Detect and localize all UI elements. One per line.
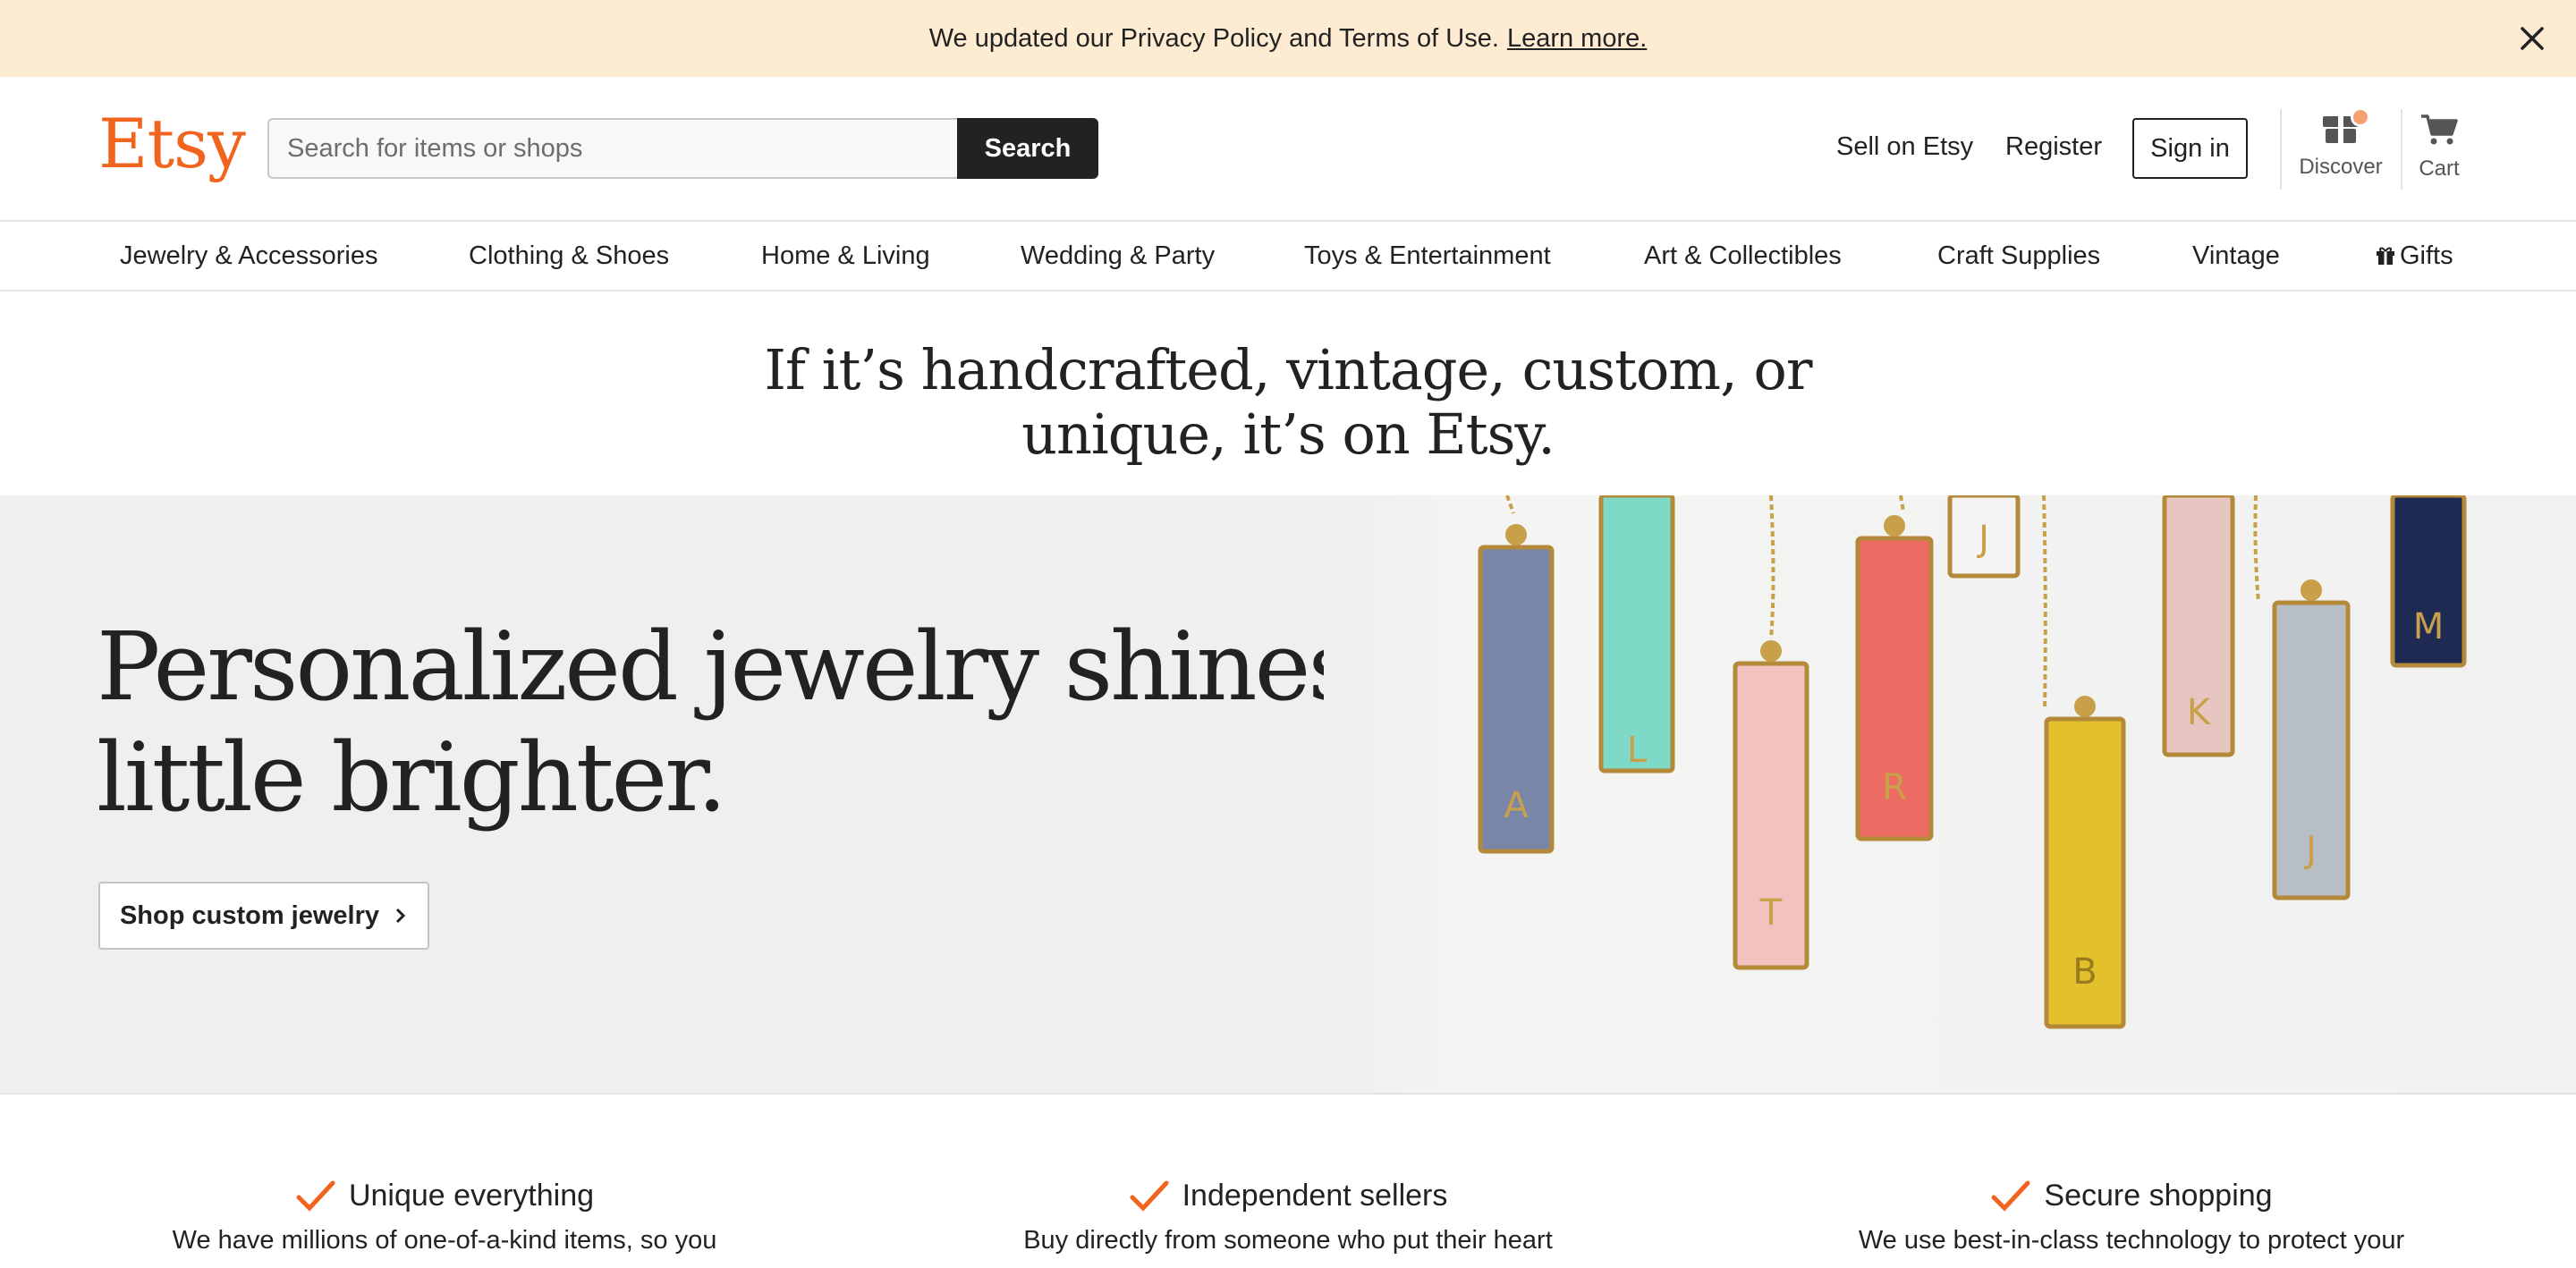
category-clothing[interactable]: Clothing & Shoes <box>469 241 669 271</box>
site-header: Etsy Search Sell on Etsy Register Sign i… <box>0 77 2576 220</box>
category-gifts[interactable]: Gifts <box>2375 241 2453 271</box>
category-nav: Jewelry & Accessories Clothing & Shoes H… <box>0 220 2576 292</box>
hero-title-line-2: little brighter. <box>97 723 727 833</box>
pendant-letter: B <box>2072 951 2097 993</box>
checkmark-icon <box>1130 1180 1169 1212</box>
feature-title: Independent sellers <box>1182 1179 1448 1213</box>
category-vintage[interactable]: Vintage <box>2192 241 2280 271</box>
register-link[interactable]: Register <box>2005 132 2102 162</box>
pendant-letter: K <box>2187 692 2212 733</box>
feature-independent: Independent sellers Buy directly from so… <box>886 1179 1690 1255</box>
pendant-letter: J <box>1976 519 1989 560</box>
search-button[interactable]: Search <box>957 118 1098 179</box>
tagline-line-2: unique, it’s on Etsy. <box>1021 402 1555 467</box>
gifts-label: Gifts <box>2400 241 2453 270</box>
shop-custom-jewelry-button[interactable]: Shop custom jewelry <box>98 882 429 950</box>
feature-text: Buy directly from someone who put their … <box>1023 1226 1553 1255</box>
close-icon[interactable] <box>2515 21 2549 55</box>
feature-unique: Unique everything We have millions of on… <box>42 1179 847 1255</box>
search-bar: Search <box>267 118 1098 179</box>
hero-title-line-1: Personalized jewelry shines a <box>97 612 1438 722</box>
pendant-letter: A <box>1504 785 1529 826</box>
feature-title: Secure shopping <box>2044 1179 2273 1213</box>
pendant-letter: L <box>1627 730 1648 771</box>
hero-title: Personalized jewelry shines a little bri… <box>97 612 1438 833</box>
feature-title: Unique everything <box>348 1179 595 1213</box>
pendant-letter: T <box>1759 892 1783 934</box>
etsy-logo[interactable]: Etsy <box>98 104 246 183</box>
category-craft[interactable]: Craft Supplies <box>1937 241 2100 271</box>
cart-label: Cart <box>2419 156 2460 181</box>
chevron-right-icon <box>395 908 406 924</box>
header-divider <box>2401 109 2402 190</box>
shop-button-label: Shop custom jewelry <box>119 900 380 930</box>
hero-banner: Personalized jewelry shines a little bri… <box>0 495 2576 1093</box>
notification-dot <box>2351 107 2370 127</box>
notice-text: We updated our Privacy Policy and Terms … <box>928 23 1499 53</box>
sign-in-button[interactable]: Sign in <box>2132 118 2248 179</box>
checkmark-icon <box>296 1180 335 1212</box>
category-home[interactable]: Home & Living <box>761 241 930 271</box>
category-wedding[interactable]: Wedding & Party <box>1021 241 1215 271</box>
pendant-letter: R <box>1882 767 1907 808</box>
jewelry-pendants-image: A L T R J B K J M <box>1324 495 2576 1093</box>
feature-secure: Secure shopping We use best-in-class tec… <box>1729 1179 2534 1255</box>
category-art[interactable]: Art & Collectibles <box>1644 241 1842 271</box>
notice-banner: We updated our Privacy Policy and Terms … <box>0 0 2576 77</box>
feature-text: We have millions of one-of-a-kind items,… <box>172 1226 717 1255</box>
discover-button[interactable]: Discover <box>2295 107 2386 180</box>
tagline-line-1: If it’s handcrafted, vintage, custom, or <box>764 337 1813 402</box>
gift-icon <box>2377 247 2394 265</box>
pendant-letter: M <box>2413 606 2445 647</box>
cart-icon <box>2421 114 2458 145</box>
learn-more-link[interactable]: Learn more. <box>1507 24 1647 54</box>
header-divider <box>2280 109 2282 190</box>
sell-on-etsy-link[interactable]: Sell on Etsy <box>1836 132 1973 162</box>
search-input[interactable] <box>267 118 957 179</box>
features-section: Unique everything We have millions of on… <box>0 1093 2576 1268</box>
category-toys[interactable]: Toys & Entertainment <box>1304 241 1551 271</box>
checkmark-icon <box>1991 1180 2030 1212</box>
pendant-letter: J <box>2303 830 2317 871</box>
feature-text: We use best-in-class technology to prote… <box>1858 1226 2405 1255</box>
cart-button[interactable]: Cart <box>2411 113 2468 182</box>
category-jewelry[interactable]: Jewelry & Accessories <box>120 241 378 271</box>
tagline: If it’s handcrafted, vintage, custom, or… <box>0 338 2576 467</box>
discover-label: Discover <box>2299 155 2383 179</box>
